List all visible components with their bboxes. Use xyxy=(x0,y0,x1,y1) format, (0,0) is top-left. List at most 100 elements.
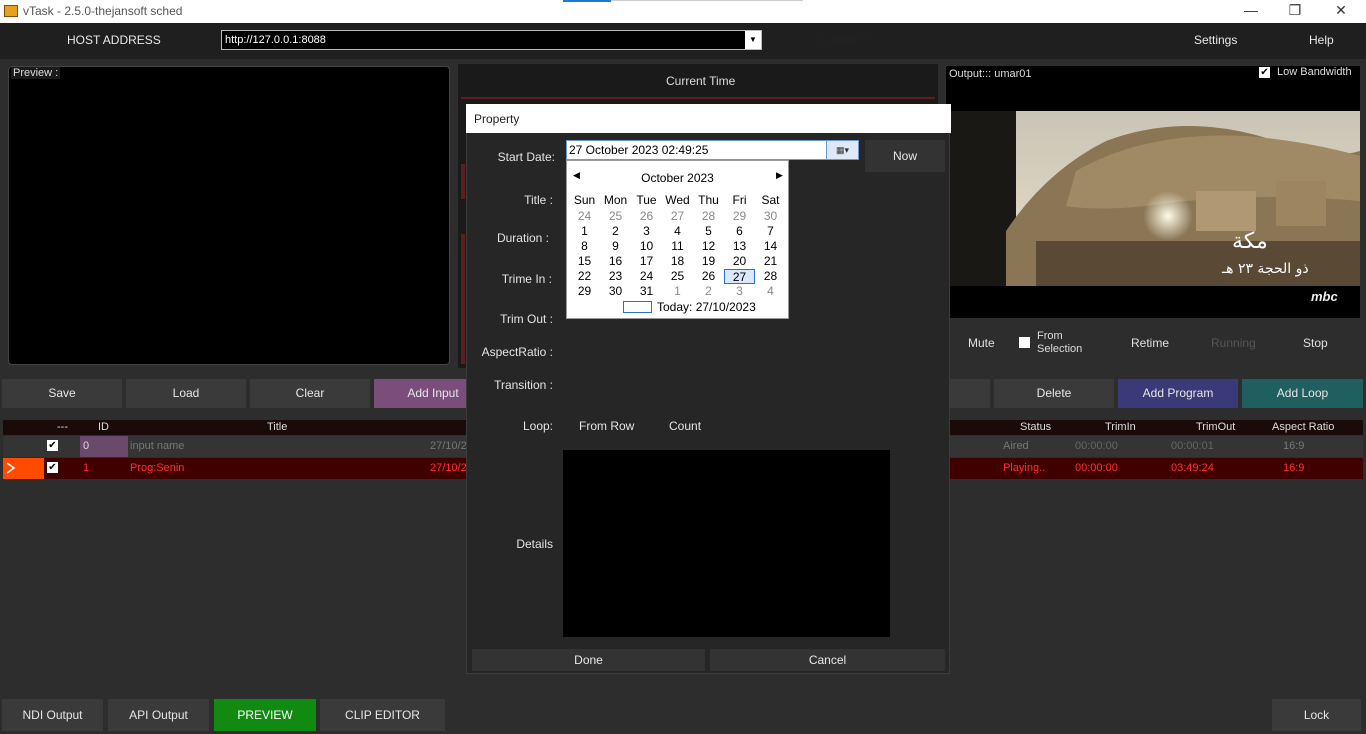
low-bandwidth-label: Low Bandwidth xyxy=(1277,66,1352,78)
calendar-day[interactable]: 26 xyxy=(693,269,724,284)
calendar-day[interactable]: 18 xyxy=(662,254,693,269)
clip-editor-button[interactable]: CLIP EDITOR xyxy=(320,699,445,731)
calendar-day[interactable]: 5 xyxy=(693,224,724,239)
calendar-day[interactable]: 25 xyxy=(662,269,693,284)
calendar-day[interactable]: 1 xyxy=(569,224,600,239)
calendar-day[interactable]: 10 xyxy=(631,239,662,254)
col-title[interactable]: Title xyxy=(267,421,287,433)
retime-button[interactable]: Retime xyxy=(1131,336,1169,350)
hidden-action-button[interactable] xyxy=(950,379,990,408)
ndi-output-button[interactable]: NDI Output xyxy=(2,699,103,731)
calendar-day[interactable]: 11 xyxy=(662,239,693,254)
host-address-combobox[interactable]: http://127.0.0.1:8088 ▼ xyxy=(221,30,762,50)
minimize-button[interactable]: — xyxy=(1228,0,1274,23)
calendar-day[interactable]: 20 xyxy=(724,254,755,269)
stop-button[interactable]: Stop xyxy=(1303,336,1328,350)
playing-indicator xyxy=(3,458,44,479)
running-button[interactable]: Running xyxy=(1211,336,1256,350)
from-selection-checkbox[interactable] xyxy=(1019,337,1030,348)
calendar-month-label[interactable]: October 2023 xyxy=(567,171,788,185)
calendar-day[interactable]: 19 xyxy=(693,254,724,269)
clear-button[interactable]: Clear xyxy=(250,379,370,408)
calendar-day[interactable]: 27 xyxy=(662,209,693,224)
row-trimout: 03:49:24 xyxy=(1171,462,1214,474)
low-bandwidth-checkbox[interactable]: ✔ xyxy=(1259,67,1270,78)
mute-button[interactable]: Mute xyxy=(968,336,995,350)
calendar-day[interactable]: 28 xyxy=(755,269,786,284)
calendar-day[interactable]: 30 xyxy=(600,284,631,299)
calendar-day[interactable]: 7 xyxy=(755,224,786,239)
calendar-day[interactable]: 25 xyxy=(600,209,631,224)
calendar-day[interactable]: 29 xyxy=(724,209,755,224)
today-link[interactable]: Today: 27/10/2023 xyxy=(657,300,756,314)
calendar-day[interactable]: 29 xyxy=(569,284,600,299)
add-program-button[interactable]: Add Program xyxy=(1118,379,1238,408)
row-checkbox[interactable]: ✔ xyxy=(47,440,58,451)
api-output-button[interactable]: API Output xyxy=(108,699,209,731)
calendar-day[interactable]: 6 xyxy=(724,224,755,239)
add-loop-button[interactable]: Add Loop xyxy=(1242,379,1363,408)
col-id[interactable]: ID xyxy=(98,421,109,433)
now-button[interactable]: Now xyxy=(865,140,945,172)
lock-button[interactable]: Lock xyxy=(1272,699,1361,731)
calendar-day[interactable]: 1 xyxy=(662,284,693,299)
cancel-button[interactable]: Cancel xyxy=(710,649,945,671)
row-aspect: 16:9 xyxy=(1283,440,1305,452)
window-title: vTask - 2.5.0-thejansoft sched xyxy=(23,4,183,18)
chevron-down-icon[interactable]: ▼ xyxy=(745,31,761,49)
restore-button[interactable]: ❐ xyxy=(1272,0,1318,23)
loop-label: Loop: xyxy=(522,419,553,433)
calendar-day[interactable]: 28 xyxy=(693,209,724,224)
row-checkbox[interactable]: ✔ xyxy=(47,462,58,473)
connect-button[interactable]: CONNECT xyxy=(816,33,875,47)
calendar-day[interactable]: 27 xyxy=(724,269,755,284)
calendar-day[interactable]: 24 xyxy=(569,209,600,224)
calendar-day[interactable]: 15 xyxy=(569,254,600,269)
row-title: Prog:Senin xyxy=(130,462,185,474)
calendar-day[interactable]: 23 xyxy=(600,269,631,284)
col-trimin[interactable]: TrimIn xyxy=(1105,421,1136,433)
calendar-day[interactable]: 12 xyxy=(693,239,724,254)
calendar-dropdown-icon[interactable]: ▦▾ xyxy=(826,141,858,159)
col-aspect-ratio[interactable]: Aspect Ratio xyxy=(1272,421,1334,433)
calendar-day[interactable]: 17 xyxy=(631,254,662,269)
details-textarea[interactable] xyxy=(563,450,890,637)
duration-label: Duration : xyxy=(496,231,549,245)
close-button[interactable]: ✕ xyxy=(1318,0,1364,23)
calendar-day[interactable]: 2 xyxy=(600,224,631,239)
calendar-day[interactable]: 4 xyxy=(662,224,693,239)
preview-tab-button[interactable]: PREVIEW xyxy=(214,699,316,731)
calendar-day[interactable]: 3 xyxy=(631,224,662,239)
trim-out-label: Trim Out : xyxy=(500,312,553,326)
calendar-day[interactable]: 14 xyxy=(755,239,786,254)
calendar-day[interactable]: 31 xyxy=(631,284,662,299)
calendar-day[interactable]: 13 xyxy=(724,239,755,254)
calendar-day[interactable]: 2 xyxy=(693,284,724,299)
calendar-day[interactable]: 16 xyxy=(600,254,631,269)
start-date-label: Start Date: xyxy=(497,150,555,164)
calendar-day[interactable]: 30 xyxy=(755,209,786,224)
calendar-day[interactable]: 3 xyxy=(724,284,755,299)
calendar-day[interactable]: 21 xyxy=(755,254,786,269)
calendar-day[interactable]: 9 xyxy=(600,239,631,254)
from-selection-line2: Selection xyxy=(1037,343,1083,355)
calendar-day[interactable]: 24 xyxy=(631,269,662,284)
col-trimout[interactable]: TrimOut xyxy=(1196,421,1235,433)
calendar-day[interactable]: 26 xyxy=(631,209,662,224)
next-month-icon[interactable]: ▶ xyxy=(776,170,783,181)
window-title-bar: vTask - 2.5.0-thejansoft sched — ❐ ✕ xyxy=(0,0,1366,23)
settings-button[interactable]: Settings xyxy=(1194,33,1237,47)
load-button[interactable]: Load xyxy=(126,379,246,408)
calendar-day[interactable]: 22 xyxy=(569,269,600,284)
save-button[interactable]: Save xyxy=(2,379,122,408)
calendar-popup: ◀ October 2023 ▶ Sun Mon Tue Wed Thu Fri Sat 24… xyxy=(566,160,789,319)
overlay-city-text: مكة xyxy=(1232,229,1268,254)
col-status[interactable]: Status xyxy=(1020,421,1051,433)
calendar-day[interactable]: 4 xyxy=(755,284,786,299)
start-date-picker[interactable]: 27 October 2023 02:49:25 ▦▾ xyxy=(566,140,859,160)
delete-button[interactable]: Delete xyxy=(994,379,1114,408)
row-aspect: 16:9 xyxy=(1283,462,1305,474)
help-button[interactable]: Help xyxy=(1309,33,1334,47)
calendar-day[interactable]: 8 xyxy=(569,239,600,254)
done-button[interactable]: Done xyxy=(472,649,705,671)
